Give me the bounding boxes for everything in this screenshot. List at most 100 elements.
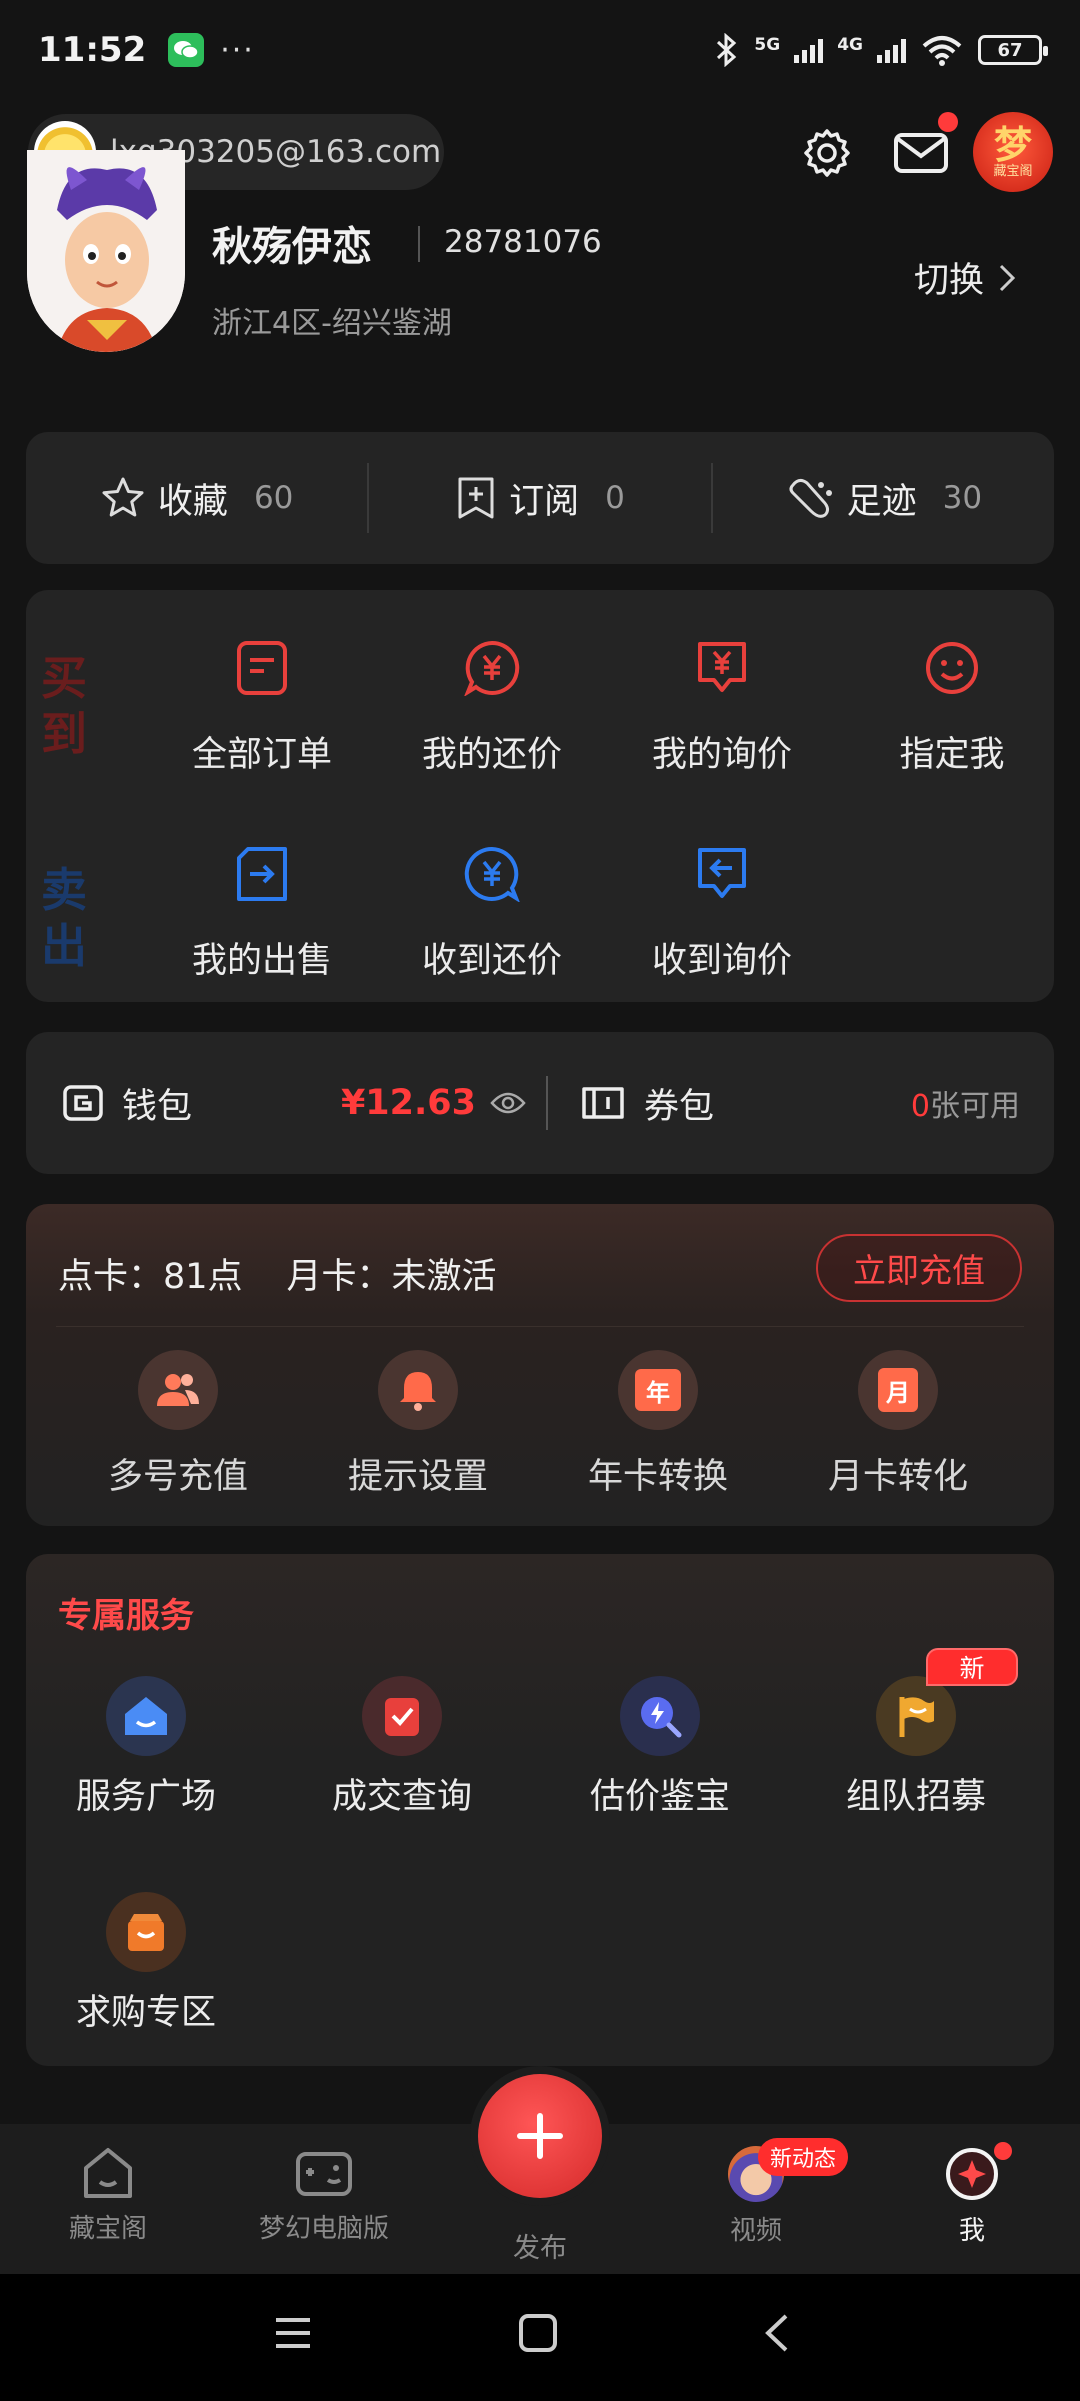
status-bar: 11:52 ··· 5G 4G 67 xyxy=(0,0,1080,100)
service-plaza-item[interactable]: 服务广场 xyxy=(26,1676,266,1819)
home-icon xyxy=(84,2148,132,2198)
received-inquiries-item[interactable]: 收到询价 xyxy=(612,846,832,983)
coupon-availability: 0张可用 xyxy=(911,1081,1020,1125)
plus-icon xyxy=(517,2113,563,2159)
team-recruit-label: 组队招募 xyxy=(845,1777,986,1817)
chevron-right-icon xyxy=(999,264,1016,291)
back-icon[interactable] xyxy=(762,2312,792,2354)
exclusive-services-card: 专属服务 服务广场 成交查询 估价鉴宝 组队招募 求购专区 xyxy=(26,1554,1054,2066)
services-title: 专属服务 xyxy=(58,1596,194,1636)
favorites-count: 60 xyxy=(253,480,294,516)
month-card-icon: 月 xyxy=(858,1350,938,1430)
signal-5g-icon xyxy=(794,37,824,63)
nav-me[interactable]: 我 xyxy=(882,2146,1062,2247)
nav-treasure-pavilion[interactable]: 藏宝阁 xyxy=(18,2146,198,2245)
purchase-zone-label: 求购专区 xyxy=(75,1993,216,2033)
sell-char-1: 卖 xyxy=(41,863,87,917)
publish-label: 发布 xyxy=(513,2233,567,2264)
recharge-card: 点卡：81点 月卡：未激活 立即充值 多号充值 提示设置 年 年卡转换 月 月卡… xyxy=(26,1204,1054,1526)
recharge-now-button[interactable]: 立即充值 xyxy=(816,1234,1022,1302)
brand-logo-text: 藏宝阁 xyxy=(993,164,1033,179)
me-notification-dot xyxy=(994,2142,1012,2160)
coupon-icon xyxy=(582,1087,624,1119)
system-navigation-bar xyxy=(0,2274,1080,2401)
yen-bubble-icon xyxy=(464,640,520,696)
subscriptions-label: 订阅 xyxy=(509,481,580,522)
profile-server: 浙江4区-绍兴鉴湖 xyxy=(212,306,452,341)
profile-avatar[interactable] xyxy=(27,150,185,352)
wechat-icon xyxy=(168,33,205,67)
transaction-query-item[interactable]: 成交查询 xyxy=(282,1676,522,1819)
checklist-icon xyxy=(362,1676,442,1756)
subscriptions-count: 0 xyxy=(605,480,625,516)
wallet-amount: ¥12.63 xyxy=(340,1083,476,1123)
footprint-icon xyxy=(789,478,832,518)
favorites-stat[interactable]: 收藏 60 xyxy=(26,473,367,524)
brand-logo-char: 梦 xyxy=(993,123,1032,167)
bookmark-plus-icon xyxy=(458,477,494,519)
new-badge: 新 xyxy=(926,1648,1018,1686)
switch-role-button[interactable]: 切换 xyxy=(914,252,1016,303)
year-card-text: 年 xyxy=(635,1369,681,1411)
eye-icon[interactable] xyxy=(490,1090,526,1116)
mail-icon[interactable] xyxy=(893,130,949,176)
star-icon xyxy=(102,477,144,517)
service-plaza-label: 服务广场 xyxy=(75,1777,216,1817)
users-icon xyxy=(138,1350,218,1430)
buy-section-label: 买 到 xyxy=(36,650,92,762)
received-counteroffers-label: 收到还价 xyxy=(421,941,562,981)
nav-treasure-pavilion-label: 藏宝阁 xyxy=(68,2214,147,2244)
nav-pc-version[interactable]: 梦幻电脑版 xyxy=(234,2146,414,2245)
my-sales-item[interactable]: 我的出售 xyxy=(152,846,372,983)
card-info: 点卡：81点 月卡：未激活 xyxy=(58,1248,497,1299)
profile-name: 秋殇伊恋 xyxy=(212,224,372,270)
wallet-section[interactable]: 钱包 ¥12.63 xyxy=(26,1078,546,1129)
year-card-icon: 年 xyxy=(618,1350,698,1430)
purchase-zone-item[interactable]: 求购专区 xyxy=(26,1892,266,2035)
wifi-icon xyxy=(922,36,962,66)
stats-card: 收藏 60 订阅 0 足迹 30 xyxy=(26,432,1054,564)
signal-4g-icon xyxy=(877,37,906,63)
favorites-label: 收藏 xyxy=(157,481,228,522)
all-orders-item[interactable]: 全部订单 xyxy=(152,640,372,777)
received-counteroffers-item[interactable]: 收到还价 xyxy=(382,846,602,983)
coupon-count: 0 xyxy=(910,1089,930,1124)
year-card-convert-label: 年卡转换 xyxy=(587,1457,728,1497)
coupon-section[interactable]: 券包 0张可用 xyxy=(548,1078,1054,1129)
buy-char-2: 到 xyxy=(41,707,87,761)
box-icon xyxy=(106,1892,186,1972)
sale-out-icon xyxy=(237,847,287,901)
team-recruit-item[interactable]: 组队招募 xyxy=(796,1676,1036,1819)
received-inquiries-label: 收到询价 xyxy=(651,941,792,981)
reminder-settings-item[interactable]: 提示设置 xyxy=(308,1350,528,1499)
wallet-icon xyxy=(63,1085,103,1121)
my-inquiries-label: 我的询价 xyxy=(651,735,792,775)
transaction-query-label: 成交查询 xyxy=(331,1777,472,1817)
multi-account-recharge-item[interactable]: 多号充值 xyxy=(68,1350,288,1499)
wallet-label: 钱包 xyxy=(122,1086,193,1127)
flag-icon xyxy=(876,1676,956,1756)
month-card-convert-item[interactable]: 月 月卡转化 xyxy=(788,1350,1008,1499)
my-counteroffers-item[interactable]: 我的还价 xyxy=(382,640,602,777)
battery-icon: 67 xyxy=(978,35,1048,65)
my-inquiries-item[interactable]: 我的询价 xyxy=(612,640,832,777)
status-time: 11:52 xyxy=(38,30,147,70)
home-button-icon[interactable] xyxy=(518,2312,558,2354)
mail-unread-dot xyxy=(938,112,958,132)
more-notifications-icon: ··· xyxy=(220,32,255,68)
footprints-label: 足迹 xyxy=(846,481,917,522)
sell-section-label: 卖 出 xyxy=(36,862,92,974)
subscriptions-stat[interactable]: 订阅 0 xyxy=(369,473,710,524)
appraisal-item[interactable]: 估价鉴宝 xyxy=(540,1676,780,1819)
year-card-convert-item[interactable]: 年 年卡转换 xyxy=(548,1350,768,1499)
wallet-card: 钱包 ¥12.63 券包 0张可用 xyxy=(26,1032,1054,1174)
brand-logo[interactable]: 梦 藏宝阁 xyxy=(973,112,1053,192)
recent-apps-icon[interactable] xyxy=(272,2312,314,2354)
publish-button[interactable] xyxy=(478,2074,602,2198)
recharge-divider xyxy=(56,1326,1024,1327)
settings-gear-icon[interactable] xyxy=(800,126,854,180)
assigned-to-me-item[interactable]: 指定我 xyxy=(842,640,1062,777)
month-card-status: 月卡：未激活 xyxy=(286,1257,497,1297)
nav-me-label: 我 xyxy=(958,2216,985,2246)
footprints-stat[interactable]: 足迹 30 xyxy=(713,473,1054,524)
